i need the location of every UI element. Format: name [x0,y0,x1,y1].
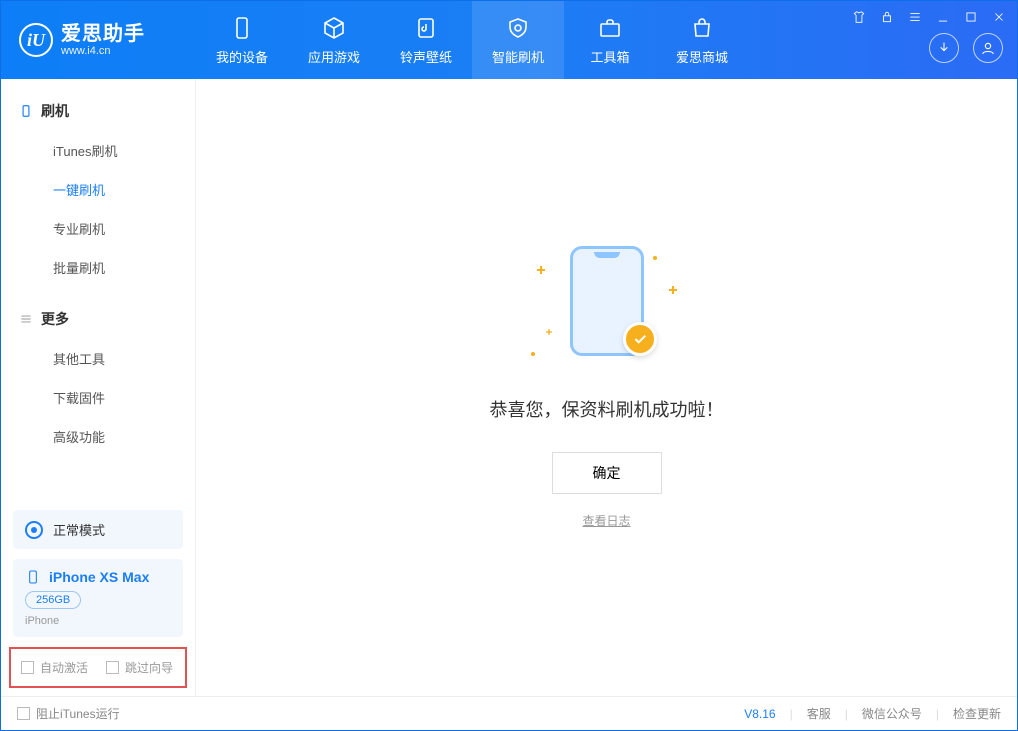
tab-my-device[interactable]: 我的设备 [196,1,288,79]
dot-icon [531,352,535,356]
tab-label: 工具箱 [590,47,629,66]
device-status[interactable]: 正常模式 [13,510,183,549]
header-actions [929,33,1003,63]
separator: | [936,707,939,721]
cube-icon [321,15,347,41]
footer-right: V8.16 | 客服 | 微信公众号 | 检查更新 [744,705,1001,722]
tab-ringtones[interactable]: 铃声壁纸 [380,1,472,79]
checkbox-icon [21,661,34,674]
status-dot-icon [25,521,43,539]
minimize-icon[interactable] [935,9,951,25]
bag-icon [689,15,715,41]
tab-label: 智能刷机 [492,47,544,66]
storage-badge: 256GB [25,591,81,609]
nav: 刷机 iTunes刷机 一键刷机 专业刷机 批量刷机 更多 其他工具 下载固件 … [1,79,195,510]
footer: 阻止iTunes运行 V8.16 | 客服 | 微信公众号 | 检查更新 [1,696,1017,730]
nav-item-oneclick-flash[interactable]: 一键刷机 [1,170,195,209]
checkbox-icon [106,661,119,674]
view-log-link[interactable]: 查看日志 [582,512,630,529]
device-card[interactable]: iPhone XS Max 256GB iPhone [13,559,183,637]
tab-flash[interactable]: 智能刷机 [472,1,564,79]
checkmark-badge-icon [623,322,657,356]
wechat-link[interactable]: 微信公众号 [862,705,922,722]
nav-group-flash: 刷机 [1,91,195,131]
nav-group-label: 刷机 [41,101,69,121]
separator: | [790,707,793,721]
nav-item-advanced[interactable]: 高级功能 [1,417,195,456]
tab-label: 爱思商城 [676,47,728,66]
checkbox-label: 自动激活 [40,659,88,676]
tab-label: 我的设备 [216,47,268,66]
support-link[interactable]: 客服 [807,705,831,722]
app-window: iU 爱思助手 www.i4.cn 我的设备 应用游戏 铃声壁纸 智能刷机 工具… [0,0,1018,731]
lock-icon[interactable] [879,9,895,25]
nav-group-more: 更多 [1,299,195,339]
version-label: V8.16 [744,707,775,721]
checkbox-label: 阻止iTunes运行 [36,705,120,722]
nav-item-other-tools[interactable]: 其他工具 [1,339,195,378]
checkbox-auto-activate[interactable]: 自动激活 [21,659,88,676]
refresh-shield-icon [505,15,531,41]
sparkle-icon [669,286,677,294]
body: 刷机 iTunes刷机 一键刷机 专业刷机 批量刷机 更多 其他工具 下载固件 … [1,79,1017,696]
checkbox-icon [17,707,30,720]
maximize-icon[interactable] [963,9,979,25]
sidebar: 刷机 iTunes刷机 一键刷机 专业刷机 批量刷机 更多 其他工具 下载固件 … [1,79,196,696]
dot-icon [653,256,657,260]
status-label: 正常模式 [53,520,105,539]
checkbox-block-itunes[interactable]: 阻止iTunes运行 [17,705,120,722]
ok-button[interactable]: 确定 [552,452,662,494]
success-illustration [527,246,687,366]
device-panel: 正常模式 iPhone XS Max 256GB iPhone [1,510,195,647]
tab-label: 铃声壁纸 [400,47,452,66]
main-tabs: 我的设备 应用游戏 铃声壁纸 智能刷机 工具箱 爱思商城 [196,1,748,79]
nav-item-download-firmware[interactable]: 下载固件 [1,378,195,417]
tab-label: 应用游戏 [308,47,360,66]
device-icon [229,15,255,41]
download-button[interactable] [929,33,959,63]
sparkle-icon [546,329,552,335]
device-name: iPhone XS Max [49,569,149,585]
nav-item-batch-flash[interactable]: 批量刷机 [1,248,195,287]
nav-item-pro-flash[interactable]: 专业刷机 [1,209,195,248]
nav-item-itunes-flash[interactable]: iTunes刷机 [1,131,195,170]
success-message: 恭喜您，保资料刷机成功啦！ [490,396,724,422]
tab-store[interactable]: 爱思商城 [656,1,748,79]
checkbox-label: 跳过向导 [125,659,173,676]
checkbox-skip-guide[interactable]: 跳过向导 [106,659,173,676]
tab-toolbox[interactable]: 工具箱 [564,1,656,79]
close-icon[interactable] [991,9,1007,25]
header: iU 爱思助手 www.i4.cn 我的设备 应用游戏 铃声壁纸 智能刷机 工具… [1,1,1017,79]
brand-url: www.i4.cn [61,45,145,57]
briefcase-icon [597,15,623,41]
menu-icon[interactable] [907,9,923,25]
phone-small-icon [25,569,41,585]
logo-icon: iU [19,23,53,57]
list-icon [19,312,33,326]
logo: iU 爱思助手 www.i4.cn [1,23,196,57]
brand-name: 爱思助手 [61,23,145,45]
titlebar-controls [851,9,1007,25]
sparkle-icon [537,266,545,274]
separator: | [845,707,848,721]
check-update-link[interactable]: 检查更新 [953,705,1001,722]
tab-apps-games[interactable]: 应用游戏 [288,1,380,79]
phone-icon [19,104,33,118]
highlighted-options: 自动激活 跳过向导 [9,647,187,688]
music-file-icon [413,15,439,41]
account-button[interactable] [973,33,1003,63]
main-content: 恭喜您，保资料刷机成功啦！ 确定 查看日志 [196,79,1017,696]
nav-group-label: 更多 [41,309,69,329]
device-type: iPhone [25,615,171,627]
shirt-icon[interactable] [851,9,867,25]
